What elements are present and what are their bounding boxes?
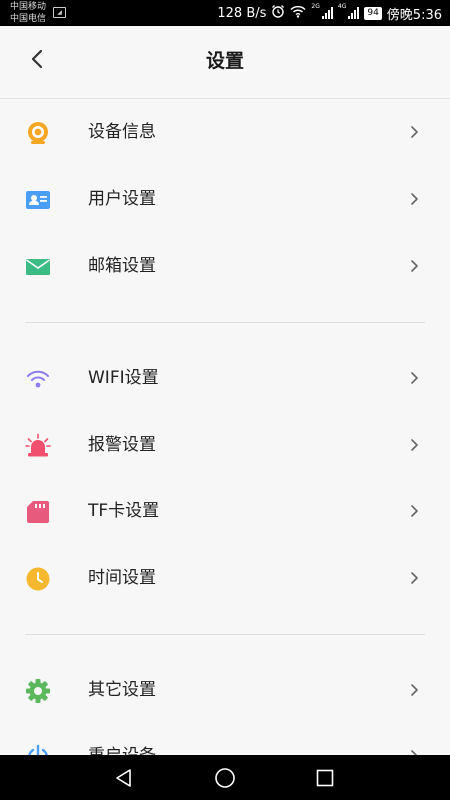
- setting-item-time[interactable]: 时间设置: [0, 548, 450, 608]
- signal-icon-1: [321, 7, 333, 19]
- page-title: 设置: [205, 50, 244, 72]
- chevron-right-icon: [411, 372, 418, 384]
- setting-item-other[interactable]: 其它设置: [0, 660, 450, 720]
- setting-label: 其它设置: [88, 680, 156, 700]
- carrier-2: 中国电信: [10, 14, 47, 24]
- carrier-info: 中国移动 中国电信: [10, 1, 46, 25]
- status-time: 傍晚5:36: [386, 7, 442, 23]
- setting-label: 用户设置: [88, 189, 156, 209]
- sd-card-icon: [25, 499, 51, 525]
- setting-label: 重启设备: [88, 726, 156, 755]
- alarm-clock-icon: [271, 4, 285, 22]
- setting-item-reboot[interactable]: 重启设备: [0, 726, 450, 755]
- header: 设置: [0, 26, 450, 99]
- status-bar: 中国移动 中国电信 ◢ 128 B/s 2G 4G 94 傍晚5:36: [0, 0, 450, 26]
- network-type-1: 2G: [311, 3, 320, 10]
- chevron-right-icon: [411, 126, 418, 138]
- alarm-siren-icon: [25, 433, 51, 459]
- setting-label: 报警设置: [88, 435, 156, 455]
- chevron-right-icon: [411, 439, 418, 451]
- setting-label: 设备信息: [88, 122, 156, 142]
- setting-item-device-info[interactable]: 设备信息: [0, 102, 450, 162]
- battery-indicator: 94: [364, 6, 382, 20]
- nav-recents-button[interactable]: [312, 765, 338, 791]
- setting-item-mail[interactable]: 邮箱设置: [0, 236, 450, 296]
- wifi-status-icon: [290, 5, 306, 22]
- chevron-right-icon: [411, 684, 418, 696]
- message-icon: ◢: [53, 7, 66, 18]
- network-type-2: 4G: [337, 3, 347, 10]
- triangle-back-icon: [116, 769, 131, 787]
- navigation-bar: [0, 755, 450, 800]
- setting-label: 邮箱设置: [88, 256, 156, 276]
- carrier-1: 中国移动: [10, 2, 47, 12]
- setting-label: TF卡设置: [88, 501, 160, 521]
- mail-icon: [25, 254, 51, 280]
- clock-icon: [25, 566, 51, 592]
- power-icon: [25, 744, 51, 755]
- setting-label: WIFI设置: [88, 368, 159, 388]
- gear-icon: [25, 678, 51, 704]
- setting-item-user[interactable]: 用户设置: [0, 169, 450, 229]
- wifi-icon: [25, 366, 51, 392]
- setting-label: 时间设置: [88, 568, 156, 588]
- chevron-right-icon: [411, 505, 418, 517]
- group-divider: [25, 322, 425, 323]
- setting-item-wifi[interactable]: WIFI设置: [0, 348, 450, 408]
- setting-item-alarm[interactable]: 报警设置: [0, 415, 450, 475]
- camera-icon: [25, 120, 51, 146]
- setting-item-tf-card[interactable]: TF卡设置: [0, 481, 450, 541]
- status-right: 128 B/s 2G 4G 94 傍晚5:36: [217, 0, 442, 26]
- id-card-icon: [25, 187, 51, 213]
- signal-icon-2: [348, 7, 360, 19]
- nav-back-button[interactable]: [111, 765, 137, 791]
- circle-home-icon: [215, 768, 235, 788]
- settings-list: 设备信息 用户设置 邮箱设置 WIFI设置 报警设置 TF卡设置 时间设置 其它…: [0, 99, 450, 755]
- network-speed: 128 B/s: [217, 5, 267, 21]
- chevron-right-icon: [411, 193, 418, 205]
- nav-home-button[interactable]: [212, 765, 238, 791]
- chevron-right-icon: [411, 260, 418, 272]
- chevron-right-icon: [411, 572, 418, 584]
- square-recents-icon: [316, 769, 334, 787]
- group-divider: [25, 634, 425, 635]
